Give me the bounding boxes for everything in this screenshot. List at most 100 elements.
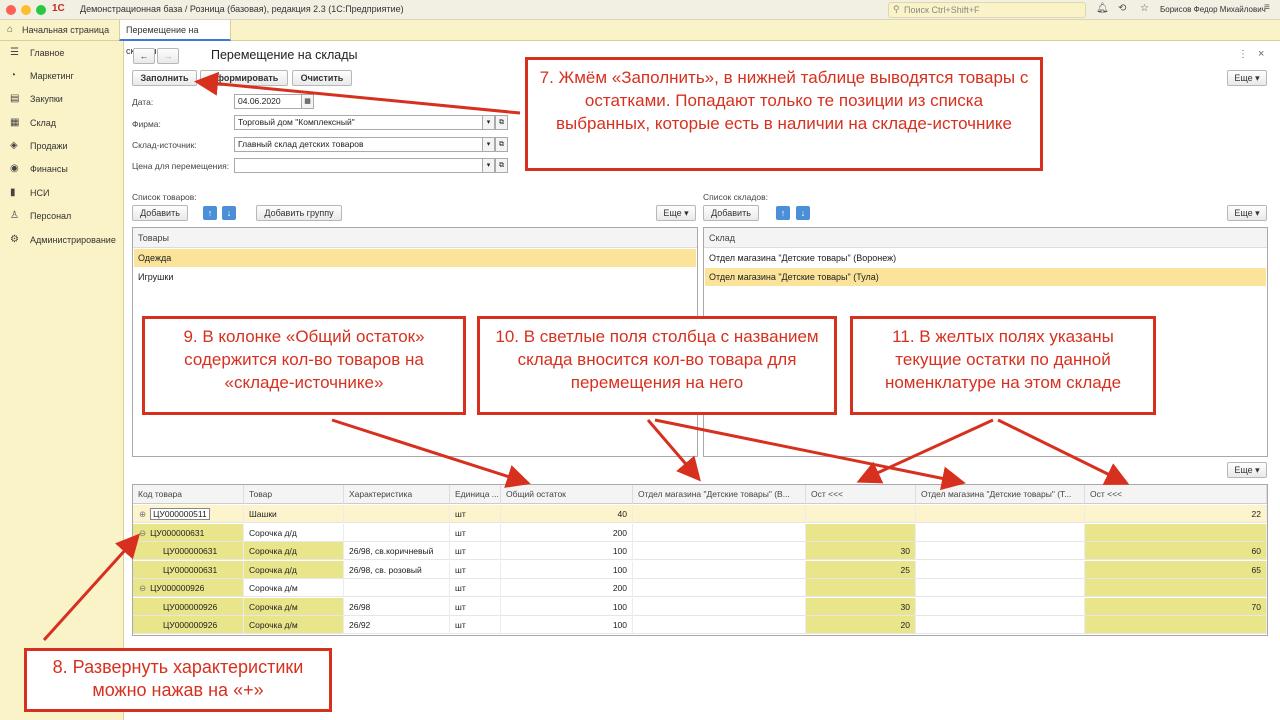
grid-cell-store1-column[interactable] [633,597,806,616]
grid-cell-ost1-column: 20 [806,616,916,634]
grid-header-char-column[interactable]: Характеристика [344,485,450,504]
grid-cell-code-column: ЦУ000000926 [133,597,244,616]
grid-cell-store1-column[interactable] [633,523,806,542]
user-name[interactable]: Борисов Федор Михайлович [1160,5,1266,14]
expand-icon[interactable]: ⊕ [139,509,146,519]
collapse-icon[interactable]: ⊖ [139,528,146,538]
fill-button[interactable]: Заполнить [132,70,197,86]
close-icon[interactable]: × [1258,48,1264,60]
firm-field[interactable]: Торговый дом "Комплексный" ▾ ⧉ [234,115,508,130]
kebab-icon[interactable]: ⋮ [1238,49,1248,60]
page-title: Перемещение на склады [211,48,358,62]
dropdown-icon[interactable]: ▾ [482,158,495,173]
grid-more-button[interactable]: Еще ▾ [1227,462,1267,478]
grid-header-unit-column[interactable]: Единица ... [450,485,501,504]
grid-header-store2-column[interactable]: Отдел магазина "Детские товары" (Т... [916,485,1085,504]
close-window-icon[interactable] [6,5,16,15]
grid-cell-store2-column[interactable] [916,505,1085,523]
code-value: ЦУ000000926 [163,601,218,612]
grid-header-ost2-column[interactable]: Ост <<< [1085,485,1267,504]
dropdown-icon[interactable]: ▾ [482,115,495,130]
minimize-window-icon[interactable] [21,5,31,15]
grid-cell-char-column [344,505,450,523]
source-field[interactable]: Главный склад детских товаров ▾ ⧉ [234,137,508,152]
grid-header-ost1-column[interactable]: Ост <<< [806,485,916,504]
grid-cell-ost2-column [1085,523,1267,542]
grid-cell-ost2-column: 70 [1085,597,1267,616]
sidebar-item-finance[interactable]: ◉ Финансы [0,158,124,180]
grid-cell-store1-column[interactable] [633,560,806,579]
grid-header-store1-column[interactable]: Отдел магазина "Детские товары" (В... [633,485,806,504]
maximize-window-icon[interactable] [36,5,46,15]
goods-more-button[interactable]: Еще ▾ [656,205,696,221]
grid-cell-store2-column[interactable] [916,579,1085,597]
grid-cell-store2-column[interactable] [916,616,1085,634]
move-down-icon[interactable]: ↓ [796,206,810,220]
grid-cell-unit-column: шт [450,542,501,560]
code-value: ЦУ000000511 [150,508,210,520]
grid-cell-ost1-column [806,579,916,597]
home-icon[interactable]: ⌂ [7,24,13,35]
grid-header-total-column[interactable]: Общий остаток [501,485,633,504]
list-item[interactable]: Отдел магазина "Детские товары" (Воронеж… [705,249,1266,267]
grid-cell-store2-column[interactable] [916,542,1085,560]
bell-icon[interactable]: 🔔︎ [1096,3,1109,14]
sidebar-item-nsi[interactable]: ▮ НСИ [0,182,124,204]
code-value: ЦУ000000631 [163,546,218,556]
sidebar-item-label: Продажи [30,141,68,151]
stores-more-button[interactable]: Еще ▾ [1227,205,1267,221]
form-button[interactable]: Сформировать [200,70,288,86]
sidebar-item-admin[interactable]: ⚙ Администрирование [0,229,124,251]
grid-cell-total-column: 100 [501,616,633,634]
dropdown-icon[interactable]: ▾ [482,137,495,152]
grid-cell-char-column: 26/98 [344,597,450,616]
global-search-input[interactable]: ⚲ Поиск Ctrl+Shift+F [888,2,1086,18]
sidebar-item-staff[interactable]: ♙ Персонал [0,205,124,227]
grid-header-code-column[interactable]: Код товара [133,485,244,504]
list-item[interactable]: Отдел магазина "Детские товары" (Тула) [705,268,1266,286]
date-field[interactable]: 04.06.2020 ▦ [234,94,314,109]
grid-header-goods-column[interactable]: Товар [244,485,344,504]
sidebar-item-label: Закупки [30,94,63,104]
sidebar-item-warehouse[interactable]: ▦ Склад [0,112,124,134]
stores-add-button[interactable]: Добавить [703,205,759,221]
back-button[interactable]: ← [133,48,155,64]
grid-cell-store1-column[interactable] [633,579,806,597]
goods-add-button[interactable]: Добавить [132,205,188,221]
sidebar-item-label: НСИ [30,188,50,198]
sidebar-item-main[interactable]: ☰ Главное [0,42,124,64]
grid-cell-store1-column[interactable] [633,505,806,523]
open-icon[interactable]: ⧉ [495,158,508,173]
grid-cell-total-column: 200 [501,523,633,542]
grid-cell-store1-column[interactable] [633,616,806,634]
tab-home[interactable]: Начальная страница [22,20,109,41]
move-up-icon[interactable]: ↑ [776,206,790,220]
history-icon[interactable]: ⟲ [1118,3,1126,14]
menu-icon[interactable]: ≡ [1264,2,1270,13]
grid-cell-store2-column[interactable] [916,597,1085,616]
collapse-icon[interactable]: ⊖ [139,583,146,593]
list-item[interactable]: Игрушки [134,268,696,286]
move-up-icon[interactable]: ↑ [203,206,217,220]
sidebar-item-sales[interactable]: ◈ Продажи [0,135,124,157]
sidebar-item-marketing[interactable]: ◔ Маркетинг [0,65,124,87]
grid-cell-store1-column[interactable] [633,542,806,560]
tab-transfer[interactable]: Перемещение на склады [119,20,231,56]
more-button[interactable]: Еще ▾ [1227,70,1267,86]
add-group-button[interactable]: Добавить группу [256,205,342,221]
sidebar-item-purchases[interactable]: ▤ Закупки [0,88,124,110]
grid-cell-ost1-column: 30 [806,542,916,560]
clear-button[interactable]: Очистить [292,70,352,86]
grid-cell-store2-column[interactable] [916,560,1085,579]
grid-cell-total-column: 40 [501,505,633,523]
star-icon[interactable]: ☆ [1140,3,1149,14]
list-item[interactable]: Одежда [134,249,696,267]
open-icon[interactable]: ⧉ [495,137,508,152]
note-store-column: 10. В светлые поля столбца с названием с… [477,316,837,415]
calendar-icon[interactable]: ▦ [301,94,314,109]
forward-button[interactable]: → [157,48,179,64]
open-icon[interactable]: ⧉ [495,115,508,130]
grid-cell-store2-column[interactable] [916,523,1085,542]
move-down-icon[interactable]: ↓ [222,206,236,220]
price-field[interactable]: ▾ ⧉ [234,158,508,173]
